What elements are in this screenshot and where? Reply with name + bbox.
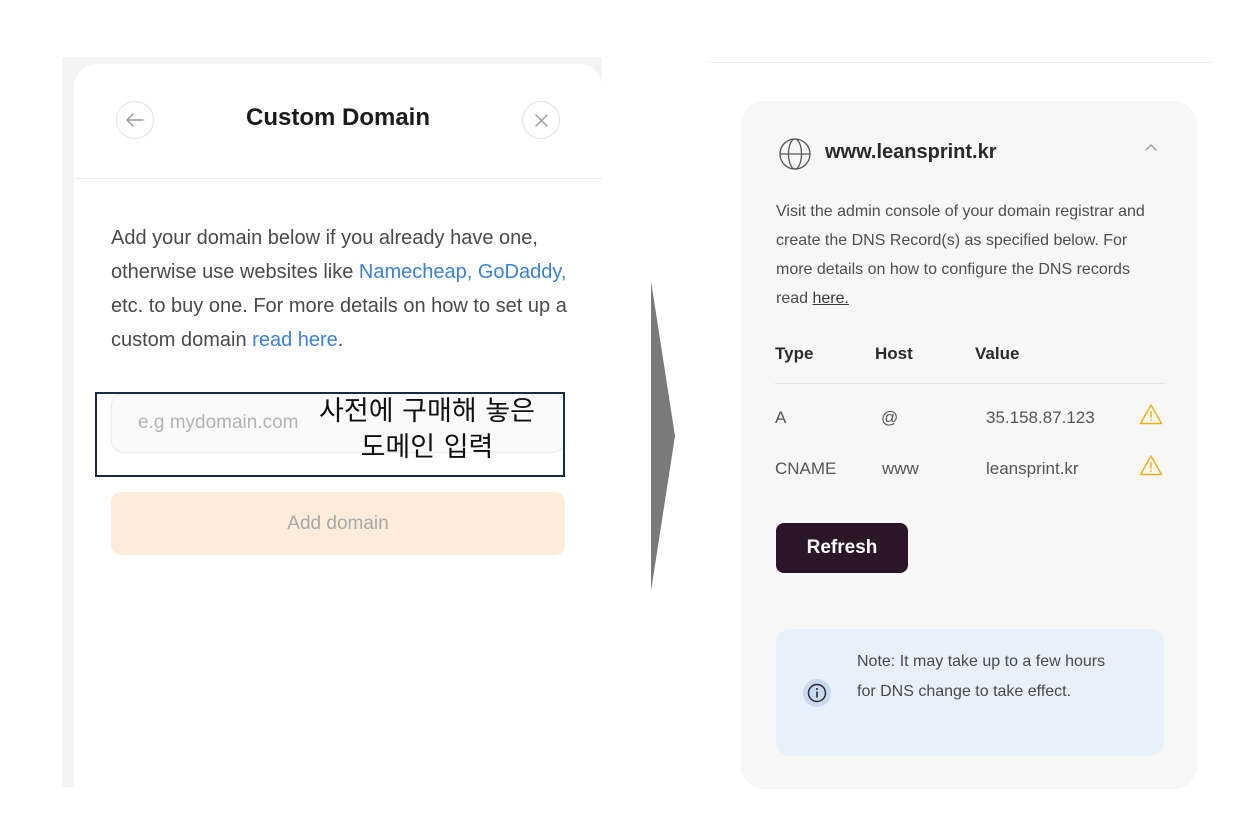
namecheap-link[interactable]: Namecheap, [359, 261, 472, 283]
warning-icon[interactable] [1139, 454, 1163, 476]
globe-icon [779, 138, 811, 170]
table-divider [775, 383, 1165, 384]
refresh-button[interactable]: Refresh [776, 523, 908, 573]
collapse-button[interactable] [1139, 139, 1163, 163]
record-value: 35.158.87.123 [986, 408, 1095, 427]
note-box: Note: It may take up to a few hours for … [776, 629, 1164, 756]
header-divider [74, 178, 602, 179]
column-header-host: Host [875, 344, 913, 363]
column-header-value: Value [975, 344, 1020, 363]
close-button[interactable] [522, 101, 560, 139]
info-icon [803, 679, 831, 707]
arrow-right-icon [651, 281, 675, 591]
domain-description: Add your domain below if you already hav… [111, 221, 571, 357]
warning-icon[interactable] [1139, 403, 1163, 425]
record-host: www [882, 459, 919, 478]
read-here-link[interactable]: read here [252, 329, 338, 351]
record-type: CNAME [775, 459, 837, 478]
record-type: A [775, 408, 787, 427]
dns-records-card: www.leansprint.kr Visit the admin consol… [741, 101, 1197, 789]
godaddy-link[interactable]: GoDaddy, [478, 261, 567, 283]
dns-instructions: Visit the admin console of your domain r… [776, 197, 1146, 313]
domain-name: www.leansprint.kr [825, 141, 997, 163]
record-host: @ [881, 408, 899, 427]
chevron-up-icon [1145, 144, 1157, 151]
description-text: . [337, 329, 344, 351]
dns-help-link[interactable]: here. [812, 290, 848, 307]
annotation-text: 사전에 구매해 놓은 도메인 입력 [319, 396, 535, 463]
top-divider [709, 62, 1213, 63]
record-value: leansprint.kr [986, 459, 1079, 478]
close-icon [534, 113, 548, 127]
note-text: Note: It may take up to a few hours for … [857, 653, 1106, 700]
add-domain-button[interactable]: Add domain [111, 492, 565, 555]
annotation-box: 사전에 구매해 놓은 도메인 입력 [95, 392, 565, 477]
column-header-type: Type [775, 344, 814, 363]
